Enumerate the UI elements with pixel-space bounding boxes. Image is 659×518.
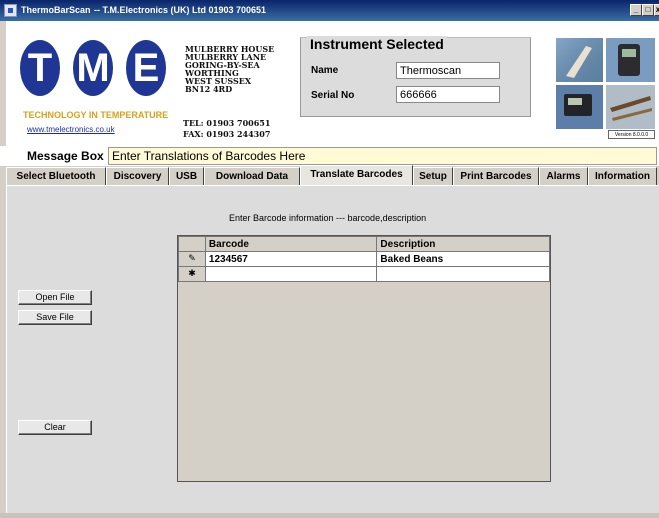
tab-usb[interactable]: USB: [169, 167, 204, 186]
tab-print-barcodes[interactable]: Print Barcodes: [453, 167, 539, 186]
column-header-barcode[interactable]: Barcode: [204, 236, 378, 252]
tab-setup[interactable]: Setup: [413, 167, 453, 186]
address-line: BN12 4RD: [185, 84, 233, 94]
window-subtitle: -- T.M.Electronics (UK) Ltd 01903 700651: [94, 5, 267, 15]
window-title: ThermoBarScan: [21, 5, 91, 15]
thermometer-photos-image: [556, 38, 655, 129]
website-link[interactable]: www.tmelectronics.co.uk: [27, 125, 115, 134]
description-cell[interactable]: [376, 266, 550, 282]
app-window: ThermoBarScan -- T.M.Electronics (UK) Lt…: [0, 0, 659, 518]
save-file-button[interactable]: Save File: [18, 310, 92, 325]
close-button[interactable]: x: [654, 4, 659, 16]
logo-tagline: TECHNOLOGY IN TEMPERATURE: [23, 110, 169, 120]
tab-select-bluetooth[interactable]: Select Bluetooth: [6, 167, 106, 186]
tab-translate-barcodes[interactable]: Translate Barcodes: [300, 165, 413, 186]
logo-letter-e: E: [126, 40, 166, 96]
clear-button[interactable]: Clear: [18, 420, 92, 435]
app-icon[interactable]: [4, 4, 17, 17]
company-phone: TEL: 01903 700651 FAX: 01903 244307: [183, 118, 270, 140]
grid-header-row: Barcode Description: [178, 236, 550, 252]
fax-number: FAX: 01903 244307: [183, 129, 271, 139]
description-cell[interactable]: Baked Beans: [376, 251, 550, 267]
instrument-selected-group: Instrument Selected Name Serial No: [300, 36, 531, 117]
table-row[interactable]: ✎ 1234567 Baked Beans: [178, 251, 550, 267]
barcode-grid[interactable]: Barcode Description ✎ 1234567 Baked Bean…: [177, 235, 551, 482]
company-address: MULBERRY HOUSE MULBERRY LANE GORING-BY-S…: [185, 45, 274, 93]
title-bar[interactable]: ThermoBarScan -- T.M.Electronics (UK) Lt…: [0, 0, 659, 21]
table-row-new[interactable]: ✱: [178, 266, 550, 282]
instrument-name-field[interactable]: [396, 62, 500, 79]
company-logo: T M E: [20, 40, 180, 100]
instrument-group-title: Instrument Selected: [307, 36, 447, 52]
serial-number-field[interactable]: [396, 86, 500, 103]
tab-information[interactable]: Information: [588, 167, 657, 186]
row-selector-header: [178, 236, 206, 252]
logo-letter-t: T: [20, 40, 60, 96]
message-box-field[interactable]: Enter Translations of Barcodes Here: [108, 147, 657, 165]
barcode-entry-hint: Enter Barcode information --- barcode,de…: [229, 213, 427, 223]
open-file-button[interactable]: Open File: [18, 290, 92, 305]
version-label: Version 8.0.0.0: [608, 130, 655, 139]
barcode-cell[interactable]: [204, 266, 378, 282]
barcode-table: Barcode Description ✎ 1234567 Baked Bean…: [178, 236, 550, 282]
tab-download-data[interactable]: Download Data: [204, 167, 300, 186]
product-photos: [556, 38, 655, 129]
maximize-button[interactable]: □: [642, 4, 654, 16]
instrument-name-label: Name: [311, 65, 339, 76]
logo-letter-m: M: [73, 40, 113, 96]
minimize-button[interactable]: _: [630, 4, 642, 16]
telephone-number: TEL: 01903 700651: [183, 118, 271, 128]
tab-strip: Select Bluetooth Discovery USB Download …: [6, 165, 659, 186]
window-bottom-edge: [0, 513, 659, 518]
serial-number-label: Serial No: [311, 90, 355, 101]
barcode-cell[interactable]: 1234567: [204, 251, 378, 267]
row-editing-icon[interactable]: ✎: [178, 251, 206, 267]
tab-alarms[interactable]: Alarms: [539, 167, 588, 186]
column-header-description[interactable]: Description: [376, 236, 550, 252]
message-box-label: Message Box: [27, 149, 104, 163]
new-row-icon[interactable]: ✱: [178, 266, 206, 282]
tab-discovery[interactable]: Discovery: [106, 167, 169, 186]
